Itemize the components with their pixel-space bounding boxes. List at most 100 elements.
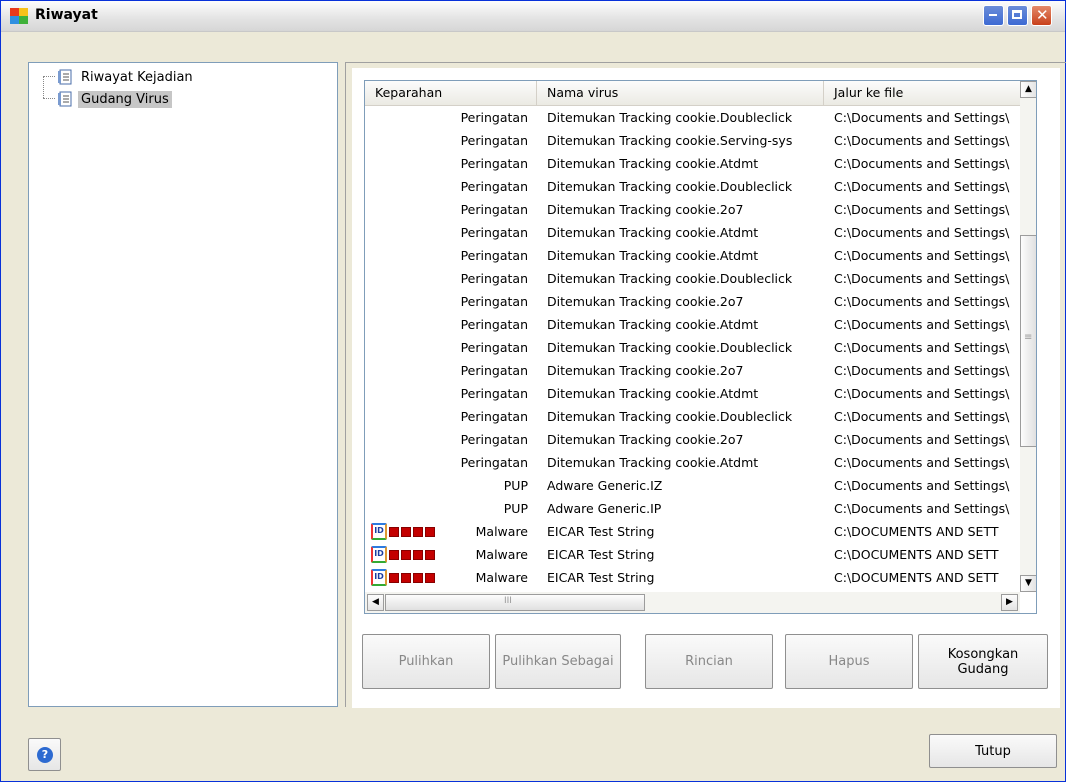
table-row[interactable]: ID Malware EICAR Test String C:\DOCUMENTS A… — [365, 566, 1020, 589]
history-window: Riwayat ✕ Riwayat Kejadian Gudang Virus — [0, 0, 1066, 782]
severity-cell: Peringatan — [460, 363, 528, 378]
file-path-cell: C:\Documents and Settings\ — [834, 340, 1010, 355]
maximize-button[interactable] — [1007, 5, 1028, 26]
restore-as-button[interactable]: Pulihkan Sebagai — [495, 634, 621, 689]
column-header-file-path[interactable]: Jalur ke file — [824, 81, 1020, 105]
severity-cell: Peringatan — [460, 294, 528, 309]
table-row[interactable]: Peringatan Ditemukan Tracking cookie.Doub… — [365, 405, 1020, 428]
details-button[interactable]: Rincian — [645, 634, 773, 689]
severity-cell: Peringatan — [460, 386, 528, 401]
table-row[interactable]: ID Malware EICAR Test String C:\DOCUMENTS A… — [365, 543, 1020, 566]
horizontal-scrollbar[interactable]: ◀ III ▶ — [365, 592, 1020, 613]
tree-item-virus-vault[interactable]: Gudang Virus — [39, 89, 172, 109]
severity-cell: Peringatan — [460, 133, 528, 148]
scroll-up-button[interactable]: ▲ — [1020, 81, 1036, 98]
minimize-button[interactable] — [983, 5, 1004, 26]
column-header-severity[interactable]: Keparahan — [365, 81, 537, 105]
table-row[interactable]: PUP Adware Generic.IZ C:\Documents and Set… — [365, 474, 1020, 497]
table-row[interactable]: Peringatan Ditemukan Tracking cookie.Doub… — [365, 336, 1020, 359]
virus-name-cell: EICAR Test String — [547, 570, 655, 585]
horizontal-scroll-thumb[interactable]: III — [385, 594, 645, 611]
file-path-cell: C:\Documents and Settings\ — [834, 317, 1010, 332]
severity-cell: Peringatan — [460, 271, 528, 286]
severity-cell: Malware — [475, 547, 528, 562]
scroll-left-button[interactable]: ◀ — [367, 594, 384, 611]
file-path-cell: C:\Documents and Settings\ — [834, 179, 1010, 194]
table-row[interactable]: ID Malware EICAR Test String C:\DOCUMENTS A… — [365, 520, 1020, 543]
vertical-scrollbar[interactable]: ▲ ≡ ▼ — [1020, 81, 1036, 592]
virus-name-cell: Ditemukan Tracking cookie.Doubleclick — [547, 340, 793, 355]
close-button[interactable]: Tutup — [929, 734, 1057, 768]
virus-name-cell: Ditemukan Tracking cookie.Doubleclick — [547, 110, 793, 125]
table-row[interactable]: Peringatan Ditemukan Tracking cookie.Doub… — [365, 267, 1020, 290]
table-row[interactable]: Peringatan Ditemukan Tracking cookie.Atdm… — [365, 152, 1020, 175]
file-path-cell: C:\Documents and Settings\ — [834, 110, 1010, 125]
table-row[interactable]: PUP Adware Generic.IP C:\Documents and Set… — [365, 497, 1020, 520]
severity-cell: Peringatan — [460, 202, 528, 217]
virus-name-cell: Ditemukan Tracking cookie.Atdmt — [547, 156, 759, 171]
file-path-cell: C:\Documents and Settings\ — [834, 294, 1010, 309]
restore-button[interactable]: Pulihkan — [362, 634, 490, 689]
table-row[interactable]: Peringatan Ditemukan Tracking cookie.Atdm… — [365, 244, 1020, 267]
navigation-tree: Riwayat Kejadian Gudang Virus — [28, 62, 338, 707]
virus-vault-list[interactable]: Keparahan Nama virus Jalur ke file Perin… — [364, 80, 1037, 614]
virus-name-cell: EICAR Test String — [547, 547, 655, 562]
grip-icon: ≡ — [1024, 332, 1033, 343]
virus-name-cell: Adware Generic.IP — [547, 501, 662, 516]
table-row[interactable]: Peringatan Ditemukan Tracking cookie.Atdm… — [365, 221, 1020, 244]
table-row[interactable]: Peringatan Ditemukan Tracking cookie.2o7 C… — [365, 428, 1020, 451]
scroll-down-button[interactable]: ▼ — [1020, 575, 1036, 592]
table-row[interactable]: Peringatan Ditemukan Tracking cookie.Doub… — [365, 106, 1020, 129]
title-bar[interactable]: Riwayat ✕ — [1, 1, 1065, 32]
tree-item-event-history[interactable]: Riwayat Kejadian — [39, 67, 196, 87]
virus-name-cell: Ditemukan Tracking cookie.Atdmt — [547, 317, 759, 332]
severity-cell: Peringatan — [460, 225, 528, 240]
severity-cell: Peringatan — [460, 455, 528, 470]
file-path-cell: C:\Documents and Settings\ — [834, 202, 1010, 217]
scroll-right-button[interactable]: ▶ — [1001, 594, 1018, 611]
file-path-cell: C:\Documents and Settings\ — [834, 501, 1010, 516]
help-icon: ? — [37, 747, 53, 763]
log-document-icon — [58, 69, 72, 85]
column-header-virus-name[interactable]: Nama virus — [537, 81, 824, 105]
table-row[interactable]: Peringatan Ditemukan Tracking cookie.Atdm… — [365, 313, 1020, 336]
table-row[interactable]: Peringatan Ditemukan Tracking cookie.2o7 C… — [365, 198, 1020, 221]
file-path-cell: C:\Documents and Settings\ — [834, 432, 1010, 447]
severity-cell: Peringatan — [460, 317, 528, 332]
table-row[interactable]: Peringatan Ditemukan Tracking cookie.2o7 C… — [365, 290, 1020, 313]
virus-name-cell: Ditemukan Tracking cookie.2o7 — [547, 294, 744, 309]
delete-button[interactable]: Hapus — [785, 634, 913, 689]
file-path-cell: C:\Documents and Settings\ — [834, 478, 1010, 493]
virus-name-cell: Ditemukan Tracking cookie.Atdmt — [547, 386, 759, 401]
severity-cell: PUP — [503, 478, 528, 493]
file-path-cell: C:\Documents and Settings\ — [834, 156, 1010, 171]
virus-name-cell: Ditemukan Tracking cookie.Doubleclick — [547, 271, 793, 286]
file-path-cell: C:\Documents and Settings\ — [834, 225, 1010, 240]
severity-cell: Peringatan — [460, 248, 528, 263]
virus-name-cell: Ditemukan Tracking cookie.Doubleclick — [547, 409, 793, 424]
table-row[interactable]: Peringatan Ditemukan Tracking cookie.Serv… — [365, 129, 1020, 152]
window-title: Riwayat — [35, 7, 98, 23]
severity-cell: Malware — [475, 570, 528, 585]
vertical-scroll-thumb[interactable]: ≡ — [1020, 235, 1036, 447]
virus-name-cell: Ditemukan Tracking cookie.Doubleclick — [547, 179, 793, 194]
log-document-icon — [58, 91, 72, 107]
table-row[interactable]: Peringatan Ditemukan Tracking cookie.Atdm… — [365, 451, 1020, 474]
virus-name-cell: Ditemukan Tracking cookie.Atdmt — [547, 455, 759, 470]
empty-vault-button[interactable]: Kosongkan Gudang — [918, 634, 1048, 689]
help-button[interactable]: ? — [28, 738, 61, 771]
table-row[interactable]: Peringatan Ditemukan Tracking cookie.Doub… — [365, 175, 1020, 198]
file-path-cell: C:\DOCUMENTS AND SETT — [834, 547, 999, 562]
file-path-cell: C:\DOCUMENTS AND SETT — [834, 524, 999, 539]
severity-cell: Peringatan — [460, 340, 528, 355]
close-window-button[interactable]: ✕ — [1031, 5, 1052, 26]
severity-cell: Peringatan — [460, 409, 528, 424]
severity-cell: Malware — [475, 524, 528, 539]
table-row[interactable]: Peringatan Ditemukan Tracking cookie.Atdm… — [365, 382, 1020, 405]
severity-cell: Peringatan — [460, 432, 528, 447]
file-path-cell: C:\Documents and Settings\ — [834, 248, 1010, 263]
file-path-cell: C:\DOCUMENTS AND SETT — [834, 570, 999, 585]
table-row[interactable]: Peringatan Ditemukan Tracking cookie.2o7 C… — [365, 359, 1020, 382]
severity-cell: Peringatan — [460, 110, 528, 125]
virus-name-cell: Ditemukan Tracking cookie.Atdmt — [547, 248, 759, 263]
